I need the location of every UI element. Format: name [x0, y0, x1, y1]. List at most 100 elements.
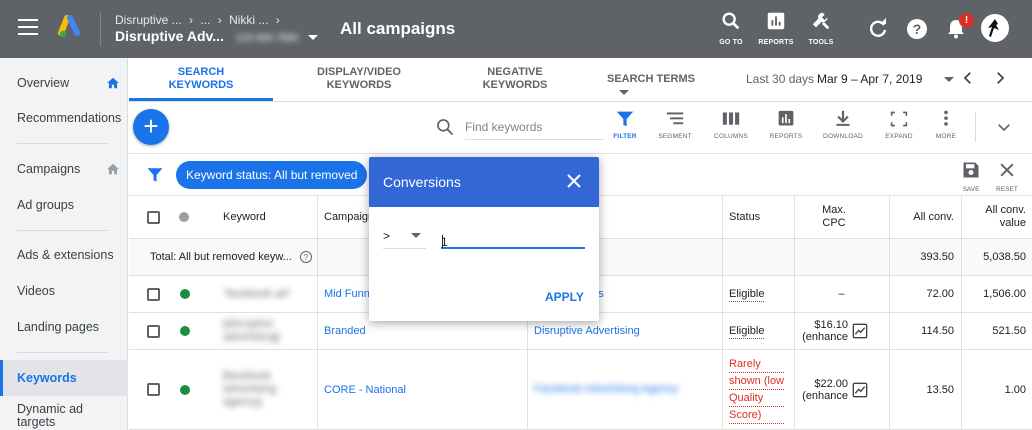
tools-button[interactable]: TOOLS: [801, 10, 841, 46]
reports-button[interactable]: REPORTS: [756, 10, 796, 46]
goto-label: GO TO: [719, 39, 743, 46]
sidebar-item-videos[interactable]: Videos: [0, 273, 128, 309]
keyword-cell[interactable]: [facebook advertising agency]: [223, 350, 289, 429]
row-checkbox[interactable]: [147, 350, 163, 429]
add-keyword-button[interactable]: +: [133, 109, 169, 145]
help-icon[interactable]: ?: [905, 17, 929, 41]
menu-icon[interactable]: [18, 19, 38, 35]
status-text[interactable]: Eligible: [729, 324, 765, 339]
total-all-conv-value: 5,038.50: [983, 251, 1026, 263]
account-selector[interactable]: Disruptive Adv... 123-456-7890: [115, 28, 318, 44]
ad-group-link[interactable]: Facebook Advertising Agency: [534, 383, 678, 396]
notification-badge: !: [959, 13, 974, 28]
keyword-status-filter-chip[interactable]: Keyword status: All but removed: [176, 161, 368, 189]
tab-search-terms[interactable]: SEARCH TERMS: [607, 73, 717, 99]
tab-search-keywords[interactable]: SEARCH KEYWORDS: [129, 66, 273, 92]
max-cpc-column-header[interactable]: Max. CPC: [812, 196, 856, 238]
row-checkbox[interactable]: [147, 276, 163, 312]
tab-label: KEYWORDS: [168, 79, 234, 91]
account-name: Disruptive Adv...: [115, 28, 224, 44]
download-button[interactable]: DOWNLOAD: [818, 110, 868, 140]
expand-button[interactable]: EXPAND: [874, 110, 924, 140]
tab-label: SEARCH TERMS: [607, 73, 696, 85]
download-label: DOWNLOAD: [823, 133, 863, 140]
filter-button[interactable]: FILTER: [600, 110, 650, 140]
breadcrumb-sub[interactable]: ...: [200, 13, 210, 27]
close-icon[interactable]: [565, 172, 583, 190]
find-keywords-input[interactable]: [465, 114, 603, 140]
status-text[interactable]: Rarely shown (low Quality Score): [729, 356, 785, 424]
apply-button[interactable]: APPLY: [545, 290, 584, 304]
status-text[interactable]: Eligible: [729, 287, 765, 302]
help-icon[interactable]: ?: [299, 251, 312, 263]
search-icon: [437, 119, 454, 136]
max-cpc-cell: $16.10 (enhance: [800, 313, 886, 349]
refresh-icon[interactable]: [866, 17, 890, 41]
sidebar-item-overview[interactable]: Overview: [0, 65, 128, 101]
columns-button[interactable]: COLUMNS: [706, 110, 756, 140]
filter-icon: [616, 111, 634, 127]
save-icon: [963, 162, 979, 178]
sidebar-item-recommendations[interactable]: Recommendations: [0, 100, 128, 136]
save-label: SAVE: [962, 186, 980, 193]
chevron-down-icon: [943, 77, 954, 83]
sidebar-item-label: Dynamic ad targets: [17, 402, 83, 429]
ad-group-cell[interactable]: Facebook Advertising Agency: [534, 350, 719, 429]
column-divider: [317, 313, 318, 349]
keyword-cell[interactable]: [disruptive advertising]: [223, 313, 293, 349]
status-text-column-header[interactable]: Status: [729, 196, 789, 238]
breadcrumb[interactable]: Disruptive ... › ... › Nikki ... ›: [115, 13, 280, 27]
bid-chart-icon[interactable]: [852, 382, 868, 398]
tab-negative-keywords[interactable]: NEGATIVE KEYWORDS: [455, 66, 575, 92]
conversions-value-input[interactable]: 1: [441, 223, 585, 249]
column-divider: [961, 276, 962, 312]
reports-toolbar-button[interactable]: REPORTS: [761, 110, 811, 140]
bid-chart-icon[interactable]: [852, 323, 868, 339]
breadcrumb-manager[interactable]: Disruptive ...: [115, 13, 182, 27]
sidebar-item-label: Videos: [17, 284, 55, 298]
sidebar-item-keywords[interactable]: Keywords: [0, 360, 128, 396]
keyword-cell[interactable]: "facebook ad": [223, 276, 313, 312]
all-conv-column-header[interactable]: All conv.: [899, 196, 954, 238]
sidebar-item-label: Keywords: [17, 371, 77, 385]
tools-label: TOOLS: [808, 39, 834, 46]
sidebar-item-dynamic-ad-targets[interactable]: Dynamic ad targets: [0, 403, 110, 430]
breadcrumb-user[interactable]: Nikki ...: [229, 13, 268, 27]
sidebar-item-landing-pages[interactable]: Landing pages: [0, 309, 128, 345]
sidebar-item-ad-groups[interactable]: Ad groups: [0, 187, 128, 223]
select-all-checkbox[interactable]: [147, 196, 163, 238]
operator-value: >: [383, 229, 391, 243]
column-divider: [722, 239, 723, 275]
date-range-picker[interactable]: Mar 9 – Apr 7, 2019: [817, 72, 954, 86]
keyword-text: "facebook ad": [223, 287, 291, 300]
more-button[interactable]: MORE: [921, 110, 971, 140]
row-checkbox[interactable]: [147, 313, 163, 349]
sidebar-item-label: Overview: [17, 76, 70, 90]
column-divider: [961, 196, 962, 238]
column-divider: [889, 276, 890, 312]
chevron-down-icon[interactable]: [995, 118, 1013, 136]
all-conv-value-column-header[interactable]: All conv. value: [974, 196, 1026, 238]
chevron-right-icon[interactable]: [991, 69, 1009, 87]
campaign-link[interactable]: CORE - National: [324, 350, 524, 429]
operator-select[interactable]: >: [383, 223, 426, 249]
tab-display-video-keywords[interactable]: DISPLAY/VIDEO KEYWORDS: [299, 66, 419, 92]
save-filter-button[interactable]: SAVE: [955, 160, 987, 193]
home-icon: [107, 77, 119, 89]
keyword-column-header[interactable]: Keyword: [223, 196, 313, 238]
segment-label: SEGMENT: [658, 133, 692, 140]
column-divider: [961, 313, 962, 349]
column-divider: [317, 239, 318, 275]
sidebar-item-ads-extensions[interactable]: Ads & extensions: [0, 237, 128, 273]
status-line: shown (low: [729, 373, 785, 390]
sidebar-item-campaigns[interactable]: Campaigns: [0, 151, 128, 187]
segment-button[interactable]: SEGMENT: [650, 110, 700, 140]
chevron-left-icon[interactable]: [959, 69, 977, 87]
max-cpc-cell: $22.00 (enhance: [800, 350, 886, 429]
avatar[interactable]: [981, 14, 1009, 42]
status-dot: [180, 313, 192, 349]
reset-filter-button[interactable]: RESET: [991, 160, 1023, 193]
goto-button[interactable]: GO TO: [711, 10, 751, 46]
column-divider: [317, 350, 318, 429]
all-conv-cell: 13.50: [926, 383, 954, 396]
